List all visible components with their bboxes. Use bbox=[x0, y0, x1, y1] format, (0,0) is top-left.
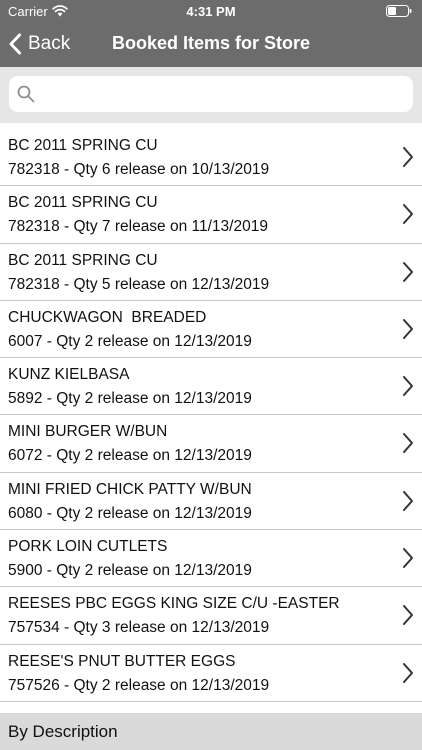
chevron-right-icon bbox=[403, 376, 413, 397]
list-item[interactable]: REESE'S PNUT BUTTER EGGS 757526 - Qty 2 … bbox=[0, 645, 422, 702]
list-item[interactable]: KUNZ KIELBASA 5892 - Qty 2 release on 12… bbox=[0, 358, 422, 416]
list-item[interactable]: CHUCKWAGON BREADED 6007 - Qty 2 release … bbox=[0, 301, 422, 359]
list-item[interactable]: BC 2011 SPRING CU 782318 - Qty 7 release… bbox=[0, 186, 422, 244]
item-description: BC 2011 SPRING CU bbox=[8, 251, 158, 269]
header: Carrier 4:31 PM Back Booked Items for St… bbox=[0, 0, 422, 67]
list-item[interactable]: MINI BURGER W/BUN 6072 - Qty 2 release o… bbox=[0, 415, 422, 473]
list-item[interactable]: MINI FRIED CHICK PATTY W/BUN 6080 - Qty … bbox=[0, 473, 422, 531]
chevron-right-icon bbox=[403, 147, 413, 167]
status-bar: Carrier 4:31 PM bbox=[0, 0, 422, 22]
chevron-right-icon bbox=[403, 204, 413, 225]
section-footer: By Description bbox=[0, 713, 422, 750]
item-detail: 782318 - Qty 5 release on 12/13/2019 bbox=[8, 275, 270, 293]
item-description: REESES PBC EGGS KING SIZE C/U -EASTER bbox=[8, 595, 340, 613]
item-description: PORK LOIN CUTLETS bbox=[8, 538, 168, 556]
search-box[interactable] bbox=[9, 76, 413, 112]
item-detail: 757526 - Qty 2 release on 12/13/2019 bbox=[8, 676, 270, 694]
back-button[interactable]: Back bbox=[8, 30, 70, 58]
item-detail: 782318 - Qty 7 release on 11/13/2019 bbox=[8, 218, 268, 236]
chevron-right-icon bbox=[403, 433, 413, 454]
chevron-right-icon bbox=[403, 605, 413, 626]
list-item[interactable]: REESES PBC EGGS KING SIZE C/U -EASTER 75… bbox=[0, 587, 422, 645]
item-detail: 782318 - Qty 6 release on 10/13/2019 bbox=[8, 161, 270, 178]
chevron-right-icon bbox=[403, 261, 413, 282]
chevron-right-icon bbox=[403, 662, 413, 683]
item-description: REESE'S PNUT BUTTER EGGS bbox=[8, 652, 236, 670]
item-description: CHUCKWAGON BREADED bbox=[8, 308, 207, 326]
item-description: BC 2011 SPRING CU bbox=[8, 194, 158, 212]
item-detail: 5892 - Qty 2 release on 12/13/2019 bbox=[8, 390, 252, 408]
nav-bar: Back Booked Items for Store bbox=[0, 22, 422, 67]
chevron-right-icon bbox=[403, 490, 413, 511]
item-detail: 757534 - Qty 3 release on 12/13/2019 bbox=[8, 619, 270, 637]
item-description: KUNZ KIELBASA bbox=[8, 366, 130, 384]
search-icon bbox=[17, 85, 35, 103]
item-detail: 5900 - Qty 2 release on 12/13/2019 bbox=[8, 562, 252, 580]
list-item[interactable]: PORK LOIN CUTLETS 5900 - Qty 2 release o… bbox=[0, 530, 422, 588]
item-detail: 6072 - Qty 2 release on 12/13/2019 bbox=[8, 447, 252, 465]
battery-icon bbox=[386, 5, 412, 17]
search-input[interactable] bbox=[41, 76, 405, 112]
booked-items-list: BC 2011 SPRING CU 782318 - Qty 6 release… bbox=[0, 129, 422, 702]
back-label: Back bbox=[28, 33, 71, 54]
search-area bbox=[0, 67, 422, 123]
item-description: MINI BURGER W/BUN bbox=[8, 423, 168, 441]
item-detail: 6007 - Qty 2 release on 12/13/2019 bbox=[8, 332, 252, 350]
list-item[interactable]: BC 2011 SPRING CU 782318 - Qty 6 release… bbox=[0, 129, 422, 187]
chevron-left-icon bbox=[9, 33, 21, 55]
chevron-right-icon bbox=[403, 548, 413, 569]
chevron-right-icon bbox=[403, 318, 413, 339]
item-description: MINI FRIED CHICK PATTY W/BUN bbox=[8, 480, 252, 498]
item-detail: 6080 - Qty 2 release on 12/13/2019 bbox=[8, 504, 252, 522]
footer-label: By Description bbox=[8, 722, 118, 741]
list-item[interactable]: BC 2011 SPRING CU 782318 - Qty 5 release… bbox=[0, 244, 422, 301]
status-time: 4:31 PM bbox=[186, 4, 236, 19]
item-description: BC 2011 SPRING CU bbox=[8, 137, 158, 154]
